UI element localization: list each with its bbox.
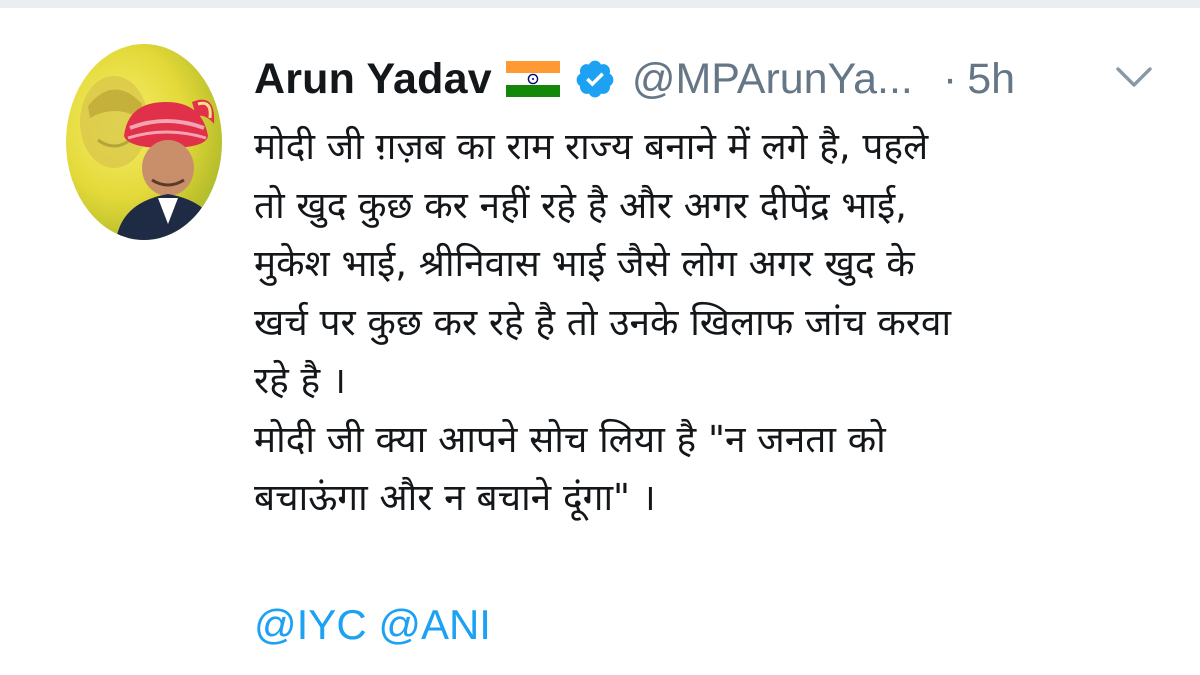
display-name[interactable]: Arun Yadav [254,55,492,104]
mentions: @IYC @ANI [254,597,491,653]
tweet-header: Arun Yadav @MPArunYa... · 5h [254,48,1015,110]
timestamp[interactable]: 5h [967,55,1015,104]
tweet-text: मोदी जी ग़ज़ब का राम राज्य बनाने में लगे… [254,118,1174,528]
tweet-text-line: मोदी जी ग़ज़ब का राम राज्य बनाने में लगे… [254,125,929,168]
chevron-down-icon[interactable] [1112,60,1156,94]
verified-badge-icon [574,58,616,100]
tweet-card[interactable]: Arun Yadav @MPArunYa... · 5h मोदी जी ग़ज… [0,0,1200,675]
tweet-text-line: खर्च पर कुछ कर रहे है तो उनके खिलाफ जांच… [254,300,952,344]
tweet-text-line: बचाऊंगा और न बचाने दूंगा" । [254,476,656,519]
separator-dot: · [942,54,958,103]
mention-link-iyc[interactable]: @IYC [254,601,367,648]
mention-link-ani[interactable]: @ANI [378,601,491,648]
tweet-text-line: तो खुद कुछ कर नहीं रहे है और अगर दीपेंद्… [254,183,907,227]
india-flag-icon [505,61,560,97]
user-handle[interactable]: @MPArunYa... [632,55,913,104]
tweet-text-line: मोदी जी क्या आपने सोच लिया है "न जनता को [254,417,886,461]
tweet-text-line: रहे है । [254,359,346,402]
avatar[interactable] [66,44,222,240]
tweet-text-line: मुकेश भाई, श्रीनिवास भाई जैसे लोग अगर खु… [254,242,915,285]
